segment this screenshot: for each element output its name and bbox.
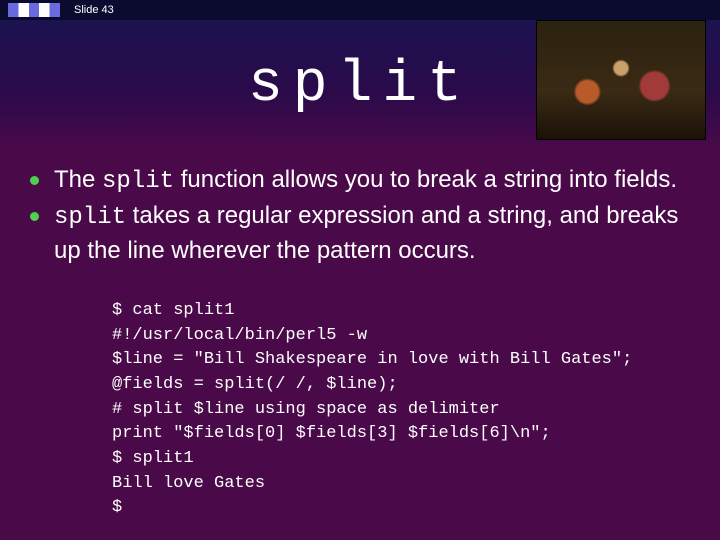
code-example: $ cat split1 #!/usr/local/bin/perl5 -w $… <box>112 299 690 521</box>
bullet-text-pre: The <box>54 166 102 193</box>
decorative-painting <box>536 20 706 140</box>
bullet-code: split <box>102 168 174 195</box>
bullet-item: split takes a regular expression and a s… <box>36 200 690 267</box>
bullet-text-post: takes a regular expression and a string,… <box>54 202 678 263</box>
bullet-list: The split function allows you to break a… <box>36 164 690 267</box>
slide-title: split <box>248 53 472 118</box>
slide-body: The split function allows you to break a… <box>0 158 720 521</box>
bullet-item: The split function allows you to break a… <box>36 164 690 198</box>
slide-number: Slide 43 <box>74 4 114 16</box>
top-bar: Slide 43 <box>0 0 720 20</box>
bullet-text-post: function allows you to break a string in… <box>174 166 677 193</box>
slide-header: split <box>0 20 720 150</box>
bullet-code: split <box>54 204 126 231</box>
logo <box>8 3 60 17</box>
